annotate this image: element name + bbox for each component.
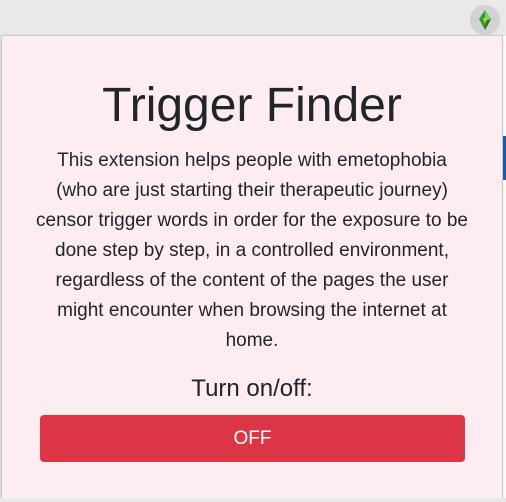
extension-toolbar-button[interactable] <box>470 5 500 35</box>
toggle-label: Turn on/off: <box>191 375 313 402</box>
toggle-off-button[interactable]: OFF <box>40 415 465 462</box>
extension-icon <box>478 10 492 30</box>
popup-description: This extension helps people with emetoph… <box>36 150 468 351</box>
browser-toolbar <box>0 0 506 36</box>
page-background-edge <box>502 36 506 502</box>
extension-popup: Trigger Finder This extension helps peop… <box>2 36 502 498</box>
popup-title: Trigger Finder <box>102 79 402 132</box>
browser-bottom-edge <box>0 498 506 502</box>
